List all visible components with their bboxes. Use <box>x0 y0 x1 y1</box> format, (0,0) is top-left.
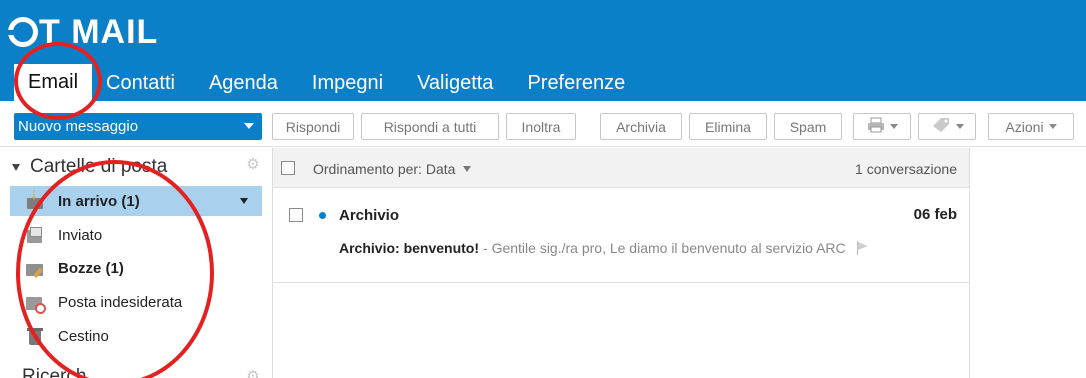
chevron-down-icon[interactable] <box>240 198 248 204</box>
sort-control[interactable]: Ordinamento per: Data <box>313 161 472 177</box>
flag-icon[interactable] <box>856 241 870 255</box>
new-message-button[interactable]: Nuovo messaggio <box>14 113 262 140</box>
spam-folder-icon <box>26 293 46 314</box>
chevron-down-icon <box>955 124 964 129</box>
folder-label: Bozze (1) <box>58 259 124 277</box>
folder-label: Inviato <box>58 226 103 244</box>
logo-mark-icon <box>7 17 38 47</box>
folder-sent[interactable]: Inviato <box>10 220 262 250</box>
reply-button[interactable]: Rispondi <box>272 113 354 140</box>
delete-button[interactable]: Elimina <box>689 113 767 140</box>
reply-all-button[interactable]: Rispondi a tutti <box>361 113 499 140</box>
sort-label: Ordinamento per: Data <box>313 161 456 177</box>
folder-sidebar: Cartelle di posta ⚙ In arrivo (1) Inviat… <box>0 148 262 378</box>
main-tabs: Email Contatti Agenda Impegni Valigetta … <box>14 62 633 101</box>
tab-email[interactable]: Email <box>14 64 93 101</box>
collapse-triangle-icon[interactable] <box>12 163 20 171</box>
drafts-icon <box>26 259 44 277</box>
archive-button[interactable]: Archivia <box>600 113 682 140</box>
mail-folders-title: Cartelle di posta <box>30 156 168 177</box>
message-date: 06 feb <box>913 206 957 223</box>
message-preview: Archivio: benvenuto! - Gentile sig./ra p… <box>339 240 870 256</box>
tab-preferenze[interactable]: Preferenze <box>519 65 633 101</box>
print-button[interactable] <box>853 113 911 140</box>
gear-icon[interactable]: ⚙ <box>246 370 260 378</box>
gear-icon[interactable]: ⚙ <box>246 157 260 172</box>
chevron-down-icon[interactable] <box>244 123 254 129</box>
printer-icon <box>867 117 885 136</box>
logo-text: T MAIL <box>39 12 159 51</box>
searches-section-header[interactable]: Ricerch <box>22 366 86 378</box>
tab-contatti[interactable]: Contatti <box>98 65 183 101</box>
message-sender: Archivio <box>339 207 400 224</box>
message-row[interactable]: Archivio 06 feb Archivio: benvenuto! - G… <box>273 188 969 283</box>
tab-valigetta[interactable]: Valigetta <box>409 65 501 101</box>
sent-icon <box>26 226 44 244</box>
tab-agenda[interactable]: Agenda <box>201 65 286 101</box>
folder-label: Cestino <box>58 327 109 345</box>
chevron-down-icon <box>1048 124 1057 129</box>
tag-button[interactable] <box>918 113 976 140</box>
spam-button[interactable]: Spam <box>774 113 842 140</box>
folder-label: In arrivo (1) <box>58 192 140 210</box>
trash-icon <box>26 327 44 345</box>
app-logo: T MAIL <box>7 12 159 52</box>
sort-order-icon[interactable] <box>463 166 472 172</box>
message-snippet: - Gentile sig./ra pro, Le diamo il benve… <box>483 240 846 256</box>
chevron-down-icon <box>889 124 898 129</box>
folder-spam[interactable]: Posta indesiderata <box>10 287 262 317</box>
new-message-label: Nuovo messaggio <box>18 118 139 135</box>
message-checkbox[interactable] <box>289 208 303 222</box>
app-header: T MAIL Email Contatti Agenda Impegni Val… <box>0 0 1086 101</box>
forward-button[interactable]: Inoltra <box>506 113 576 140</box>
unread-dot-icon <box>319 212 326 219</box>
actions-button[interactable]: Azioni <box>988 113 1074 140</box>
folder-trash[interactable]: Cestino <box>10 321 262 351</box>
folder-drafts[interactable]: Bozze (1) <box>10 253 262 283</box>
conversation-count: 1 conversazione <box>855 161 957 177</box>
folder-inbox[interactable]: In arrivo (1) <box>10 186 262 216</box>
actions-label: Azioni <box>1005 118 1044 135</box>
mail-folders-header[interactable]: Cartelle di posta <box>12 156 167 178</box>
toolbar: Nuovo messaggio Rispondi Rispondi a tutt… <box>0 101 1086 147</box>
tag-icon <box>931 117 951 136</box>
message-list: Ordinamento per: Data 1 conversazione Ar… <box>272 148 970 378</box>
message-list-header: Ordinamento per: Data 1 conversazione <box>273 148 969 188</box>
folder-label: Posta indesiderata <box>58 293 183 311</box>
message-subject: Archivio: benvenuto! <box>339 240 480 256</box>
inbox-icon <box>26 186 44 210</box>
select-all-checkbox[interactable] <box>281 161 295 175</box>
tab-impegni[interactable]: Impegni <box>304 65 391 101</box>
